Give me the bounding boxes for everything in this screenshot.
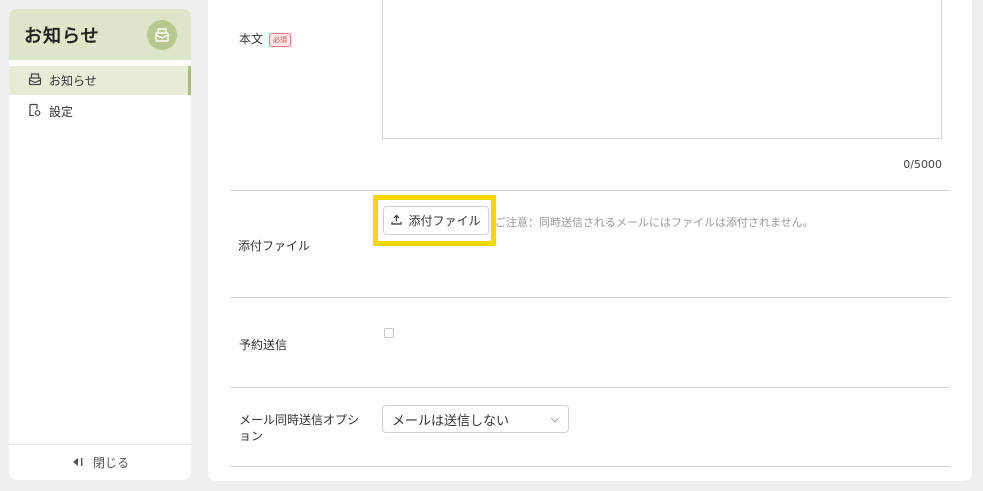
mail-option-value: メールは送信しない <box>392 413 510 429</box>
divider <box>230 297 950 298</box>
megaphone-icon <box>147 19 177 50</box>
character-counter: 0/5000 <box>903 158 942 171</box>
collapse-label: 閉じる <box>92 456 129 470</box>
upload-icon <box>391 214 403 228</box>
attach-file-button-label: 添付ファイル <box>408 214 481 228</box>
main-form: 本文 必須 0/5000 添付ファイル 添付ファイル ご注意：同時送信されるメール… <box>208 0 972 481</box>
divider <box>230 466 950 467</box>
chevron-down-icon <box>550 412 560 427</box>
body-label: 本文 必須 <box>239 30 292 47</box>
divider <box>230 387 950 388</box>
attach-file-button[interactable]: 添付ファイル <box>383 206 489 235</box>
collapse-left-icon <box>71 456 85 470</box>
sidebar-header: お知らせ <box>9 9 191 60</box>
schedule-checkbox[interactable] <box>384 328 394 338</box>
sidebar-item-label: お知らせ <box>49 74 97 88</box>
divider <box>230 190 950 191</box>
sidebar-item-settings[interactable]: 設定 <box>9 97 191 126</box>
mail-option-label: メール同時送信オプション <box>239 413 360 443</box>
required-badge: 必須 <box>269 32 292 47</box>
body-label-text: 本文 <box>239 32 264 46</box>
sidebar: お知らせ お知らせ 設定 閉じる <box>9 9 191 480</box>
collapse-button[interactable]: 閉じる <box>9 444 191 480</box>
sidebar-item-label: 設定 <box>49 105 74 119</box>
attachment-label: 添付ファイル <box>238 239 311 253</box>
sidebar-nav: お知らせ 設定 <box>9 60 191 126</box>
sidebar-title: お知らせ <box>24 25 100 47</box>
attachment-note: ご注意：同時送信されるメールにはファイルは添付されません。 <box>495 216 814 229</box>
sidebar-item-notice[interactable]: お知らせ <box>9 66 191 95</box>
body-textarea[interactable] <box>382 0 942 139</box>
settings-doc-icon <box>28 103 42 120</box>
notice-icon <box>28 72 42 89</box>
mail-option-select[interactable]: メールは送信しない <box>382 405 569 433</box>
schedule-label: 予約送信 <box>239 338 288 352</box>
